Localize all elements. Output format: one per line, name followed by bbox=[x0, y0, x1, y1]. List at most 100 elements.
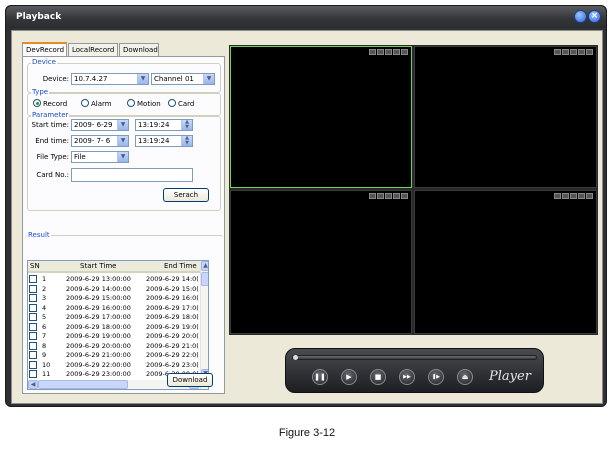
radio-alarm[interactable]: Alarm bbox=[81, 99, 112, 108]
row-checkbox[interactable] bbox=[29, 284, 37, 293]
eject-button[interactable]: ⏏ bbox=[457, 369, 473, 385]
row-checkbox[interactable] bbox=[29, 341, 37, 350]
device-combo[interactable]: 10.7.4.27 ▼ bbox=[71, 73, 149, 85]
scroll-up-icon[interactable]: ▲ bbox=[201, 261, 208, 271]
close-icon[interactable] bbox=[401, 193, 408, 199]
table-row[interactable]: 10 2009-6-29 22:00:00 2009-6-29 23:0( bbox=[28, 360, 200, 370]
cell-end-time: 2009-6-29 14:0( bbox=[146, 275, 199, 283]
row-checkbox[interactable] bbox=[29, 360, 37, 369]
cell-start-time: 2009-6-29 16:00:00 bbox=[66, 303, 131, 312]
vertical-scrollbar[interactable]: ▲ ▼ bbox=[200, 261, 208, 389]
row-checkbox[interactable] bbox=[29, 313, 37, 321]
radio-motion[interactable]: Motion bbox=[127, 99, 161, 108]
cell-sn: 6 bbox=[42, 322, 47, 331]
tab-localrecord[interactable]: LocalRecord bbox=[68, 43, 118, 56]
radio-record[interactable]: Record bbox=[33, 99, 67, 108]
row-checkbox[interactable] bbox=[29, 370, 37, 378]
row-checkbox[interactable] bbox=[29, 275, 37, 283]
stop-button[interactable]: ■ bbox=[370, 369, 386, 385]
zoom-icon[interactable] bbox=[570, 193, 577, 199]
close-button[interactable]: × bbox=[588, 10, 601, 23]
start-time-label: Start time: bbox=[31, 121, 70, 129]
devrecord-panel: Device Device: 10.7.4.27 ▼ Channel 01 ▼ … bbox=[22, 56, 225, 394]
table-row[interactable]: 7 2009-6-29 19:00:00 2009-6-29 20:0( bbox=[28, 332, 200, 341]
record-icon[interactable] bbox=[562, 49, 569, 55]
row-checkbox[interactable] bbox=[29, 322, 37, 331]
spinner-arrows-icon[interactable]: ▲ ▼ bbox=[181, 120, 192, 130]
help-button[interactable] bbox=[574, 10, 587, 23]
chevron-down-icon[interactable]: ▼ bbox=[203, 74, 214, 84]
fast-forward-button[interactable]: ▶▶ bbox=[399, 369, 415, 385]
channel-combo[interactable]: Channel 01 ▼ bbox=[151, 73, 215, 85]
cell-start-time: 2009-6-29 20:00:00 bbox=[66, 341, 131, 350]
row-checkbox[interactable] bbox=[29, 303, 37, 312]
scroll-left-icon[interactable]: ◀ bbox=[28, 380, 38, 389]
table-header: SN Start Time End Time bbox=[28, 261, 208, 273]
table-row[interactable]: 9 2009-6-29 21:00:00 2009-6-29 22:0( bbox=[28, 351, 200, 360]
cell-end-time: 2009-6-29 18:0( bbox=[146, 313, 199, 321]
table-row[interactable]: 2 2009-6-29 14:00:00 2009-6-29 15:0( bbox=[28, 284, 200, 294]
figure-caption: Figure 3-12 bbox=[278, 427, 336, 439]
column-header-start-time[interactable]: Start Time bbox=[80, 262, 116, 270]
end-time-spinner[interactable]: 13:19:24 ▲ ▼ bbox=[135, 135, 193, 147]
start-date-picker[interactable]: 2009- 6-29 ▼ bbox=[71, 119, 129, 131]
video-window-4[interactable] bbox=[414, 190, 597, 334]
chevron-down-icon[interactable]: ▼ bbox=[117, 120, 128, 130]
table-row[interactable]: 6 2009-6-29 18:00:00 2009-6-29 19:0( bbox=[28, 322, 200, 332]
snapshot-icon[interactable] bbox=[369, 193, 376, 199]
device-value: 10.7.4.27 bbox=[74, 75, 108, 83]
end-time-label: End time: bbox=[35, 137, 69, 145]
zoom-icon[interactable] bbox=[385, 193, 392, 199]
table-row[interactable]: 5 2009-6-29 17:00:00 2009-6-29 18:0( bbox=[28, 313, 200, 322]
zoom-icon[interactable] bbox=[385, 49, 392, 55]
audio-icon[interactable] bbox=[393, 49, 400, 55]
audio-icon[interactable] bbox=[578, 49, 585, 55]
record-icon[interactable] bbox=[377, 193, 384, 199]
column-header-end-time[interactable]: End Time bbox=[164, 262, 197, 270]
table-row[interactable]: 8 2009-6-29 20:00:00 2009-6-29 21:0( bbox=[28, 341, 200, 351]
file-type-combo[interactable]: File ▼ bbox=[71, 151, 129, 163]
progress-slider[interactable] bbox=[292, 355, 537, 360]
tab-devrecord[interactable]: DevRecord bbox=[22, 42, 67, 56]
row-checkbox[interactable] bbox=[29, 351, 37, 359]
search-button[interactable]: Serach bbox=[163, 188, 209, 202]
play-button[interactable]: ▶ bbox=[341, 369, 357, 385]
video-window-3[interactable] bbox=[230, 190, 412, 334]
client-area: DevRecord LocalRecord Download Device De… bbox=[11, 30, 603, 404]
progress-thumb[interactable] bbox=[293, 355, 298, 360]
table-row[interactable]: 3 2009-6-29 15:00:00 2009-6-29 16:0( bbox=[28, 294, 200, 303]
audio-icon[interactable] bbox=[578, 193, 585, 199]
title-bar[interactable]: Playback × bbox=[6, 6, 606, 28]
spinner-arrows-icon[interactable]: ▲ ▼ bbox=[181, 136, 192, 146]
video-window-1[interactable] bbox=[230, 46, 412, 188]
close-icon[interactable] bbox=[401, 49, 408, 55]
audio-icon[interactable] bbox=[393, 193, 400, 199]
end-date-picker[interactable]: 2009- 7- 6 ▼ bbox=[71, 135, 129, 147]
video-window-2[interactable] bbox=[414, 46, 597, 188]
step-forward-button[interactable]: ❚▶ bbox=[428, 369, 444, 385]
chevron-down-icon[interactable]: ▼ bbox=[117, 136, 128, 146]
snapshot-icon[interactable] bbox=[554, 193, 561, 199]
column-header-sn[interactable]: SN bbox=[30, 262, 40, 270]
chevron-down-icon[interactable]: ▼ bbox=[117, 152, 128, 162]
tab-download[interactable]: Download bbox=[119, 43, 159, 56]
table-row[interactable]: 1 2009-6-29 13:00:00 2009-6-29 14:0( bbox=[28, 275, 200, 284]
scroll-thumb[interactable] bbox=[38, 380, 128, 389]
scroll-thumb[interactable] bbox=[201, 272, 208, 286]
row-checkbox[interactable] bbox=[29, 294, 37, 302]
chevron-down-icon[interactable]: ▼ bbox=[137, 74, 148, 84]
card-no-input[interactable] bbox=[71, 168, 193, 182]
snapshot-icon[interactable] bbox=[369, 49, 376, 55]
record-icon[interactable] bbox=[562, 193, 569, 199]
pause-button[interactable]: ❚❚ bbox=[312, 369, 328, 385]
snapshot-icon[interactable] bbox=[554, 49, 561, 55]
row-checkbox[interactable] bbox=[29, 332, 37, 340]
table-row[interactable]: 4 2009-6-29 16:00:00 2009-6-29 17:0( bbox=[28, 303, 200, 313]
close-icon[interactable] bbox=[586, 49, 593, 55]
download-button[interactable]: Download bbox=[167, 373, 213, 387]
record-icon[interactable] bbox=[377, 49, 384, 55]
zoom-icon[interactable] bbox=[570, 49, 577, 55]
radio-card[interactable]: Card bbox=[168, 99, 194, 108]
close-icon[interactable] bbox=[586, 193, 593, 199]
start-time-spinner[interactable]: 13:19:24 ▲ ▼ bbox=[135, 119, 193, 131]
